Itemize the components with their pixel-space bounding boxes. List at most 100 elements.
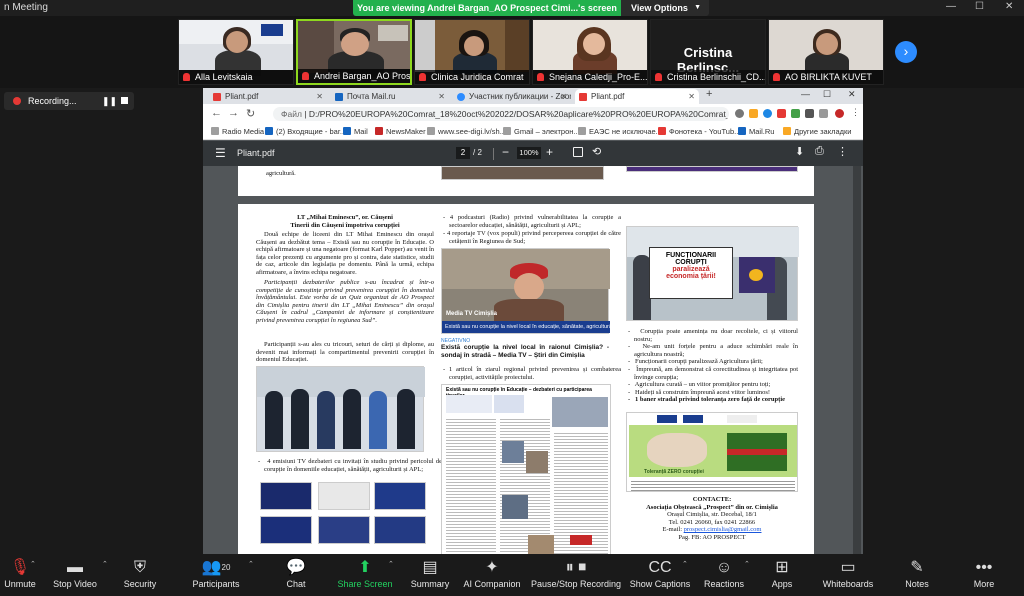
caret-up-icon[interactable]: ⌃ (388, 560, 394, 568)
bookmark-item[interactable]: Mail (343, 126, 368, 137)
divider (493, 148, 494, 160)
forward-icon[interactable]: → (228, 107, 239, 119)
stop-video-button[interactable]: ▬ Stop Video (44, 557, 106, 595)
tv-still (374, 482, 426, 510)
video-screenshot[interactable]: Media TV Cimișlia Există sau nu corupție… (441, 248, 610, 334)
participant-name: Alla Levitskaia (179, 70, 293, 84)
print-icon[interactable]: ⎙ (815, 145, 824, 158)
article-paragraph: Două echipe de liceeni din LT Mihai Emin… (256, 231, 434, 276)
mic-muted-icon (419, 73, 426, 81)
caret-up-icon[interactable]: ⌃ (102, 560, 108, 568)
close-tab-icon[interactable]: ✕ (688, 89, 695, 104)
summary-button[interactable]: ▤ Summary (404, 557, 456, 595)
next-thumbnails-button[interactable]: › (895, 41, 917, 63)
maximize-icon[interactable]: ☐ (975, 1, 984, 12)
extension-icon[interactable] (791, 109, 800, 118)
rotate-icon[interactable]: ⟲ (592, 145, 601, 158)
close-tab-icon[interactable]: ✕ (316, 89, 323, 104)
browser-tab[interactable]: Pliant.pdf ✕ (209, 89, 327, 104)
bookmark-folder[interactable]: Другие закладки (783, 126, 851, 137)
close-tab-icon[interactable]: ✕ (560, 89, 567, 104)
fit-page-icon[interactable] (573, 147, 583, 157)
reload-icon[interactable]: ↻ (246, 107, 255, 120)
pause-recording-icon[interactable]: ❚❚ (102, 92, 117, 110)
participant-thumb[interactable]: Snejana Caledji_Pro-E... (532, 19, 648, 85)
pdf-scrollbar[interactable] (853, 166, 861, 554)
security-button[interactable]: ⛨ Security (114, 557, 166, 595)
ai-companion-button[interactable]: ✦ AI Companion (460, 557, 524, 595)
tab-strip: Pliant.pdf ✕ Почта Mail.ru ✕ Участник пу… (203, 88, 863, 104)
side-panel-icon[interactable] (819, 109, 828, 118)
view-options-button[interactable]: View Options ▼ (621, 0, 709, 16)
pause-record-icon: ⏸ ⏹ (565, 559, 587, 576)
caret-up-icon[interactable]: ⌃ (744, 560, 750, 568)
bookmark-item[interactable]: Фонотека - YouTub... (658, 126, 740, 137)
close-tab-icon[interactable]: ✕ (438, 89, 445, 104)
caret-up-icon[interactable]: ⌃ (682, 560, 688, 568)
minimize-icon[interactable]: — (946, 1, 956, 12)
mic-muted-icon (773, 73, 780, 81)
page-number-input[interactable]: 2 (456, 147, 470, 159)
maximize-icon[interactable]: ☐ (823, 89, 831, 100)
download-icon[interactable]: ⬇ (795, 145, 804, 158)
participants-button[interactable]: 👥20 Participants (186, 557, 246, 595)
extensions-puzzle-icon[interactable] (805, 109, 814, 118)
more-button[interactable]: ••• More (966, 557, 1002, 595)
bookmark-favicon-icon (578, 127, 586, 135)
protest-poster: FUNCȚIONARII CORUPȚI paralizează economi… (649, 247, 733, 299)
close-icon[interactable]: ✕ (1005, 1, 1013, 12)
bookmark-favicon-icon (738, 127, 746, 135)
extension-icon[interactable] (763, 109, 772, 118)
bullet-item: - 4 emisiuni TV dezbateri cu invitați în… (258, 458, 442, 473)
bookmark-item[interactable]: NewsMaker (375, 126, 426, 137)
extension-icon[interactable] (777, 109, 786, 118)
pdf-document-area[interactable]: agricultură. LT „Mihai Eminescu”, or. Că… (203, 166, 863, 554)
bookmark-item[interactable]: www.see-digi.lv/sh... (427, 126, 506, 137)
browser-tab-active[interactable]: Pliant.pdf ✕ (575, 89, 699, 104)
share-screen-button[interactable]: ⬆ Share Screen (334, 557, 396, 595)
pause-stop-recording-button[interactable]: ⏸ ⏹ Pause/Stop Recording (530, 557, 622, 595)
stop-recording-icon[interactable] (121, 97, 128, 104)
bookmark-item[interactable]: Radio Media (211, 126, 264, 137)
menu-icon[interactable]: ☰ (215, 146, 226, 160)
browser-tab[interactable]: Участник публикации - Zoom ✕ (453, 89, 571, 104)
chat-icon: 💬 (286, 559, 306, 576)
apps-button[interactable]: ⊞ Apps (764, 557, 800, 595)
participant-thumb[interactable]: Cristina Berlinsc... Cristina Berlinschi… (650, 19, 766, 85)
zoom-in-icon[interactable]: + (546, 145, 553, 159)
new-tab-icon[interactable]: + (706, 88, 712, 100)
caret-up-icon[interactable]: ⌃ (30, 560, 36, 568)
zoom-level-input[interactable]: 100% (517, 147, 541, 159)
caret-up-icon[interactable]: ⌃ (248, 560, 254, 568)
url-field[interactable]: Файл | D:/PRO%20EUROPA%20Comrat_18%20oct… (273, 107, 729, 121)
bookmark-item[interactable]: Mail.Ru (738, 126, 774, 137)
zoom-lens-icon[interactable] (735, 109, 744, 118)
share-screen-icon: ⬆ (358, 559, 372, 576)
participant-thumb[interactable]: AO BIRLIKTA KUVET (768, 19, 884, 85)
close-icon[interactable]: ✕ (848, 89, 856, 100)
minimize-icon[interactable]: — (801, 89, 810, 99)
bookmark-item[interactable]: (2) Входящие - bar... (265, 126, 346, 137)
reactions-button[interactable]: ☺ Reactions (700, 557, 748, 595)
pdf-page-1: agricultură. (238, 166, 814, 196)
tab-title: Почта Mail.ru (347, 92, 396, 101)
back-icon[interactable]: ← (211, 107, 222, 119)
participant-thumb[interactable]: Clinica Juridica Comrat (414, 19, 530, 85)
notes-button[interactable]: ✎ Notes (900, 557, 934, 595)
chat-button[interactable]: 💬 Chat (276, 557, 316, 595)
browser-menu-icon[interactable]: ⋮ (851, 107, 860, 118)
profile-avatar[interactable] (835, 109, 844, 118)
contact-email-link[interactable]: prospect.cimislia@gmail.com (684, 526, 762, 533)
bookmark-item[interactable]: EAЭС не исключае... (578, 126, 662, 137)
whiteboards-button[interactable]: ▭ Whiteboards (818, 557, 878, 595)
banner-text: Toleranță ZERO corupției (644, 469, 704, 475)
bookmark-favicon-icon (503, 127, 511, 135)
chevron-right-icon: › (903, 43, 909, 59)
participant-thumb-active-speaker[interactable]: Andrei Bargan_AO Prospe... (296, 19, 412, 85)
more-icon[interactable]: ⋮ (837, 145, 848, 158)
participant-thumb[interactable]: Alla Levitskaia (178, 19, 294, 85)
bookmark-star-icon[interactable] (749, 109, 758, 118)
zoom-out-icon[interactable]: − (502, 145, 509, 159)
bookmark-item[interactable]: Gmail – электрон... (503, 126, 580, 137)
browser-tab[interactable]: Почта Mail.ru ✕ (331, 89, 449, 104)
